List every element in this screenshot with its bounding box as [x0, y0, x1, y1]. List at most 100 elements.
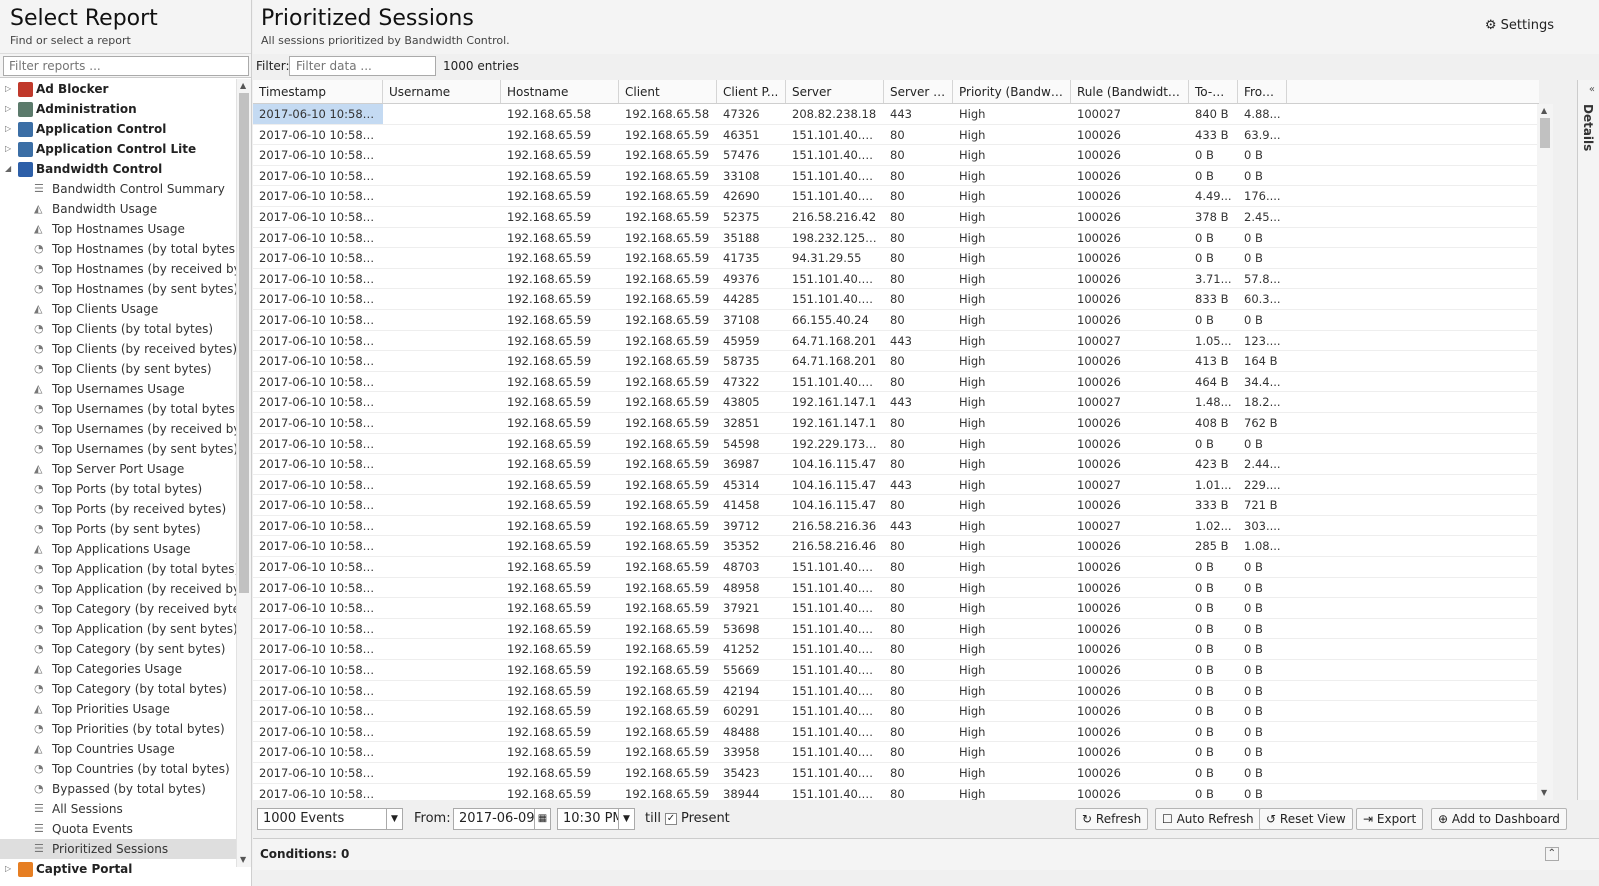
tree-report-item[interactable]: ◔ Top Ports (by sent bytes)	[0, 519, 236, 539]
export-button[interactable]: ⇥ Export	[1356, 808, 1424, 830]
column-header[interactable]: From...	[1238, 80, 1287, 103]
refresh-button[interactable]: ↻ Refresh	[1075, 808, 1149, 830]
tree-category[interactable]: ▷ Captive Portal	[0, 859, 236, 879]
tree-category[interactable]: ▷ Application Control Lite	[0, 139, 236, 159]
scroll-down-icon[interactable]: ▼	[240, 855, 246, 864]
tree-report-item[interactable]: ◭ Top Clients Usage	[0, 299, 236, 319]
tree-report-item[interactable]: ◔ Top Countries (by total bytes)	[0, 759, 236, 779]
tree-report-item[interactable]: ◔ Top Hostnames (by total bytes)	[0, 239, 236, 259]
tree-report-item[interactable]: ☰ Bandwidth Control Summary	[0, 179, 236, 199]
table-row[interactable]: 2017-06-10 10:58:3... 192.168.65.59 192.16…	[253, 557, 1539, 578]
tree-category[interactable]: ▷ Administration	[0, 99, 236, 119]
tree-category[interactable]: ◢ Bandwidth Control	[0, 159, 236, 179]
auto-refresh-button[interactable]: ☐ Auto Refresh	[1155, 808, 1261, 830]
collapsed-arrow-icon[interactable]: ▷	[5, 139, 11, 159]
tree-report-item[interactable]: ◔ Top Ports (by total bytes)	[0, 479, 236, 499]
tree-report-item[interactable]: ◔ Bypassed (by total bytes)	[0, 779, 236, 799]
tree-category[interactable]: ▷ Application Control	[0, 119, 236, 139]
tree-report-item[interactable]: ◔ Top Clients (by sent bytes)	[0, 359, 236, 379]
table-row[interactable]: 2017-06-10 10:58:3... 192.168.65.59 192.16…	[253, 228, 1539, 249]
settings-button[interactable]: ⚙ Settings	[1485, 18, 1554, 33]
collapsed-arrow-icon[interactable]: ▷	[5, 79, 11, 99]
column-header[interactable]: To-S...	[1189, 80, 1238, 103]
table-row[interactable]: 2017-06-10 10:58:3... 192.168.65.59 192.16…	[253, 310, 1539, 331]
collapsed-arrow-icon[interactable]: ▷	[5, 119, 11, 139]
table-row[interactable]: 2017-06-10 10:58:3... 192.168.65.59 192.16…	[253, 248, 1539, 269]
column-header[interactable]: Username	[383, 80, 501, 103]
tree-report-item[interactable]: ◭ Top Categories Usage	[0, 659, 236, 679]
column-header[interactable]: Server P...	[884, 80, 953, 103]
tree-report-item[interactable]: ◔ Top Application (by sent bytes)	[0, 619, 236, 639]
data-filter-input[interactable]	[289, 56, 436, 76]
table-row[interactable]: 2017-06-10 10:58:3... 192.168.65.59 192.16…	[253, 598, 1539, 619]
tree-category[interactable]: ▷ Ad Blocker	[0, 79, 236, 99]
tree-report-item[interactable]: ◔ Top Application (by total bytes)	[0, 559, 236, 579]
table-row[interactable]: 2017-06-10 10:58:3... 192.168.65.59 192.16…	[253, 289, 1539, 310]
events-limit-select[interactable]: 1000 Events ▼	[257, 808, 403, 830]
table-row[interactable]: 2017-06-10 10:58:3... 192.168.65.59 192.16…	[253, 660, 1539, 681]
tree-report-item[interactable]: ◔ Top Category (by total bytes)	[0, 679, 236, 699]
tree-report-item[interactable]: ◔ Top Usernames (by total bytes)	[0, 399, 236, 419]
table-row[interactable]: 2017-06-10 10:58:3... 192.168.65.59 192.16…	[253, 722, 1539, 743]
tree-report-item[interactable]: ◔ Top Clients (by received bytes)	[0, 339, 236, 359]
tree-report-item[interactable]: ◭ Bandwidth Usage	[0, 199, 236, 219]
chevron-down-icon[interactable]: ▼	[618, 809, 634, 829]
tree-report-item[interactable]: ◔ Top Clients (by total bytes)	[0, 319, 236, 339]
table-row[interactable]: 2017-06-10 10:58:3... 192.168.65.59 192.16…	[253, 578, 1539, 599]
grid-scrollbar[interactable]: ▲ ▼	[1537, 104, 1553, 800]
tree-report-item[interactable]: ☰ Quota Events	[0, 819, 236, 839]
table-row[interactable]: 2017-06-10 10:58:3... 192.168.65.59 192.16…	[253, 536, 1539, 558]
chevron-down-icon[interactable]: ▼	[386, 809, 402, 829]
scrollbar-thumb[interactable]	[1540, 118, 1550, 148]
tree-report-item[interactable]: ◭ Top Applications Usage	[0, 539, 236, 559]
collapse-icon[interactable]: «	[1589, 84, 1595, 95]
tree-report-item[interactable]: ◭ Top Priorities Usage	[0, 699, 236, 719]
table-row[interactable]: 2017-06-10 10:58:3... 192.168.65.59 192.16…	[253, 392, 1539, 413]
table-row[interactable]: 2017-06-10 10:58:3... 192.168.65.59 192.16…	[253, 639, 1539, 661]
table-row[interactable]: 2017-06-10 10:58:3... 192.168.65.59 192.16…	[253, 331, 1539, 352]
column-header[interactable]: Rule (Bandwidth ...	[1071, 80, 1189, 103]
tree-report-item[interactable]: ◔ Top Priorities (by total bytes)	[0, 719, 236, 739]
table-row[interactable]: 2017-06-10 10:58:3... 192.168.65.59 192.16…	[253, 763, 1539, 784]
from-time-field[interactable]: 10:30 PM ▼	[557, 808, 635, 830]
table-row[interactable]: 2017-06-10 10:58:3... 192.168.65.59 192.16…	[253, 269, 1539, 290]
tree-report-item[interactable]: ◔ Top Usernames (by sent bytes)	[0, 439, 236, 459]
table-row[interactable]: 2017-06-10 10:58:3... 192.168.65.59 192.16…	[253, 619, 1539, 640]
checkbox-checked-icon[interactable]: ✓	[665, 812, 677, 825]
scrollbar-thumb[interactable]	[239, 93, 249, 593]
scroll-down-icon[interactable]: ▼	[1541, 788, 1547, 797]
from-date-field[interactable]: 2017-06-09 ▦	[453, 808, 551, 830]
table-row[interactable]: 2017-06-10 10:58:3... 192.168.65.59 192.16…	[253, 351, 1539, 372]
column-header[interactable]: Timestamp	[253, 80, 383, 103]
table-row[interactable]: 2017-06-10 10:58:3... 192.168.65.59 192.16…	[253, 207, 1539, 228]
tree-report-item[interactable]: ◭ Top Countries Usage	[0, 739, 236, 759]
expanded-arrow-icon[interactable]: ◢	[5, 159, 11, 179]
report-filter-input[interactable]	[3, 56, 249, 76]
table-row[interactable]: 2017-06-10 10:58:4... 192.168.65.58 192.16…	[253, 104, 1539, 125]
column-header[interactable]: Server	[786, 80, 884, 103]
scroll-up-icon[interactable]: ▲	[240, 81, 246, 90]
column-header[interactable]: Client P...	[717, 80, 786, 103]
report-tree-scrollbar[interactable]: ▲ ▼	[236, 79, 251, 867]
table-row[interactable]: 2017-06-10 10:58:3... 192.168.65.59 192.16…	[253, 495, 1539, 516]
expand-icon[interactable]: ⌃	[1544, 847, 1559, 861]
table-row[interactable]: 2017-06-10 10:58:3... 192.168.65.59 192.16…	[253, 742, 1539, 763]
tree-report-item[interactable]: ◭ Top Hostnames Usage	[0, 219, 236, 239]
table-row[interactable]: 2017-06-10 10:58:3... 192.168.65.59 192.16…	[253, 784, 1539, 800]
tree-report-item[interactable]: ◔ Top Category (by received bytes)	[0, 599, 236, 619]
table-row[interactable]: 2017-06-10 10:58:4... 192.168.65.59 192.16…	[253, 145, 1539, 166]
reset-view-button[interactable]: ↺ Reset View	[1259, 808, 1353, 830]
tree-report-item[interactable]: ◭ Top Usernames Usage	[0, 379, 236, 399]
table-row[interactable]: 2017-06-10 10:58:3... 192.168.65.59 192.16…	[253, 701, 1539, 722]
add-to-dashboard-button[interactable]: ⊕ Add to Dashboard	[1431, 808, 1567, 830]
conditions-bar[interactable]: Conditions: 0 ⌃	[253, 838, 1599, 870]
tree-report-item[interactable]: ◔ Top Usernames (by received bytes)	[0, 419, 236, 439]
tree-report-item[interactable]: ☰ Prioritized Sessions	[0, 839, 236, 859]
table-row[interactable]: 2017-06-10 10:58:3... 192.168.65.59 192.16…	[253, 372, 1539, 393]
tree-report-item[interactable]: ◔ Top Hostnames (by sent bytes)	[0, 279, 236, 299]
table-row[interactable]: 2017-06-10 10:58:3... 192.168.65.59 192.16…	[253, 475, 1539, 496]
column-header[interactable]: Hostname	[501, 80, 619, 103]
table-row[interactable]: 2017-06-10 10:58:3... 192.168.65.59 192.16…	[253, 413, 1539, 434]
tree-report-item[interactable]: ◔ Top Application (by received bytes)	[0, 579, 236, 599]
column-header[interactable]: Priority (Bandwid...	[953, 80, 1071, 103]
